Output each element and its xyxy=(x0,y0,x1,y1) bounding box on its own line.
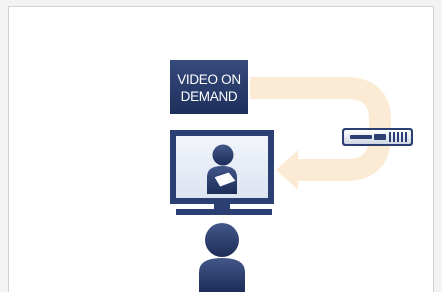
video-on-demand-box: VIDEO ON DEMAND xyxy=(170,60,248,114)
viewer-person-icon xyxy=(199,223,245,292)
set-top-box-icon xyxy=(342,128,413,146)
vod-label-line1: VIDEO ON xyxy=(177,72,241,87)
vod-label-line2: DEMAND xyxy=(180,89,238,104)
vod-flow-diagram xyxy=(170,77,413,292)
